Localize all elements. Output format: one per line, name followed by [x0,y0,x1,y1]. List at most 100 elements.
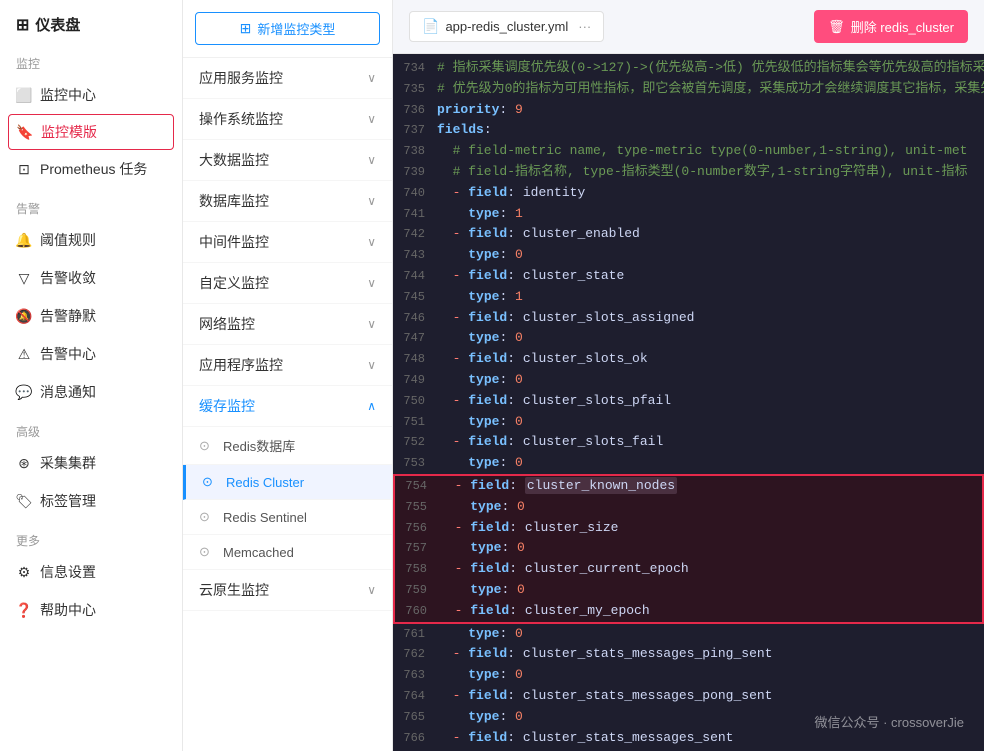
line-content: # field-metric name, type-metric type(0-… [437,141,984,162]
code-line-747: 747 type: 0 [393,328,984,349]
line-content: # 指标采集调度优先级(0->127)->(优先级高->低) 优先级低的指标集会… [437,58,984,79]
line-content: - field: cluster_slots_assigned [437,308,984,329]
code-line-751: 751 type: 0 [393,412,984,433]
category-network[interactable]: 网络监控 ∨ [183,304,392,345]
sidebar-item-cluster[interactable]: ⊛ 采集集群 [0,444,182,482]
line-number: 738 [393,141,437,161]
line-number: 741 [393,204,437,224]
category-middleware-label: 中间件监控 [199,232,269,252]
bookmark-icon: 🔖 [17,124,33,140]
category-app-service-label: 应用服务监控 [199,68,283,88]
line-number: 746 [393,308,437,328]
line-number: 742 [393,224,437,244]
line-number: 735 [393,79,437,99]
line-content: type: 0 [437,453,984,474]
code-line-737: 737fields: [393,120,984,141]
code-line-757: 757 type: 0 [393,538,984,559]
category-cloud-native[interactable]: 云原生监控 ∨ [183,570,392,611]
category-appmon-label: 应用程序监控 [199,355,283,375]
code-line-750: 750 - field: cluster_slots_pfail [393,391,984,412]
list-item-memcached[interactable]: ⊙ Memcached [183,535,392,570]
code-line-746: 746 - field: cluster_slots_assigned [393,308,984,329]
line-number: 764 [393,686,437,706]
line-content: priority: 9 [437,100,984,121]
filter-icon: ▽ [16,270,32,286]
code-line-735: 735# 优先级为0的指标为可用性指标，即它会被首先调度，采集成功才会继续调度其… [393,79,984,100]
line-content: # 优先级为0的指标为可用性指标，即它会被首先调度，采集成功才会继续调度其它指标… [437,79,984,100]
delete-button[interactable]: 🗑 删除 redis_cluster [814,10,968,43]
line-number: 736 [393,100,437,120]
code-line-748: 748 - field: cluster_slots_ok [393,349,984,370]
sidebar-item-threshold[interactable]: 🔔 阈值规则 [0,221,182,259]
line-content: - field: cluster_current_epoch [439,559,982,580]
sidebar-item-notify[interactable]: 💬 消息通知 [0,373,182,411]
category-middleware[interactable]: 中间件监控 ∨ [183,222,392,263]
sidebar-item-settings[interactable]: ⚙ 信息设置 [0,553,182,591]
file-tab[interactable]: 📄 app-redis_cluster.yml ··· [409,11,604,42]
line-content: - field: cluster_enabled [437,224,984,245]
sidebar-item-monitor-template[interactable]: 🔖 监控模版 [8,114,174,150]
category-cache[interactable]: 缓存监控 ∧ [183,386,392,427]
line-content: - field: cluster_slots_fail [437,432,984,453]
code-line-765: 765 type: 0 [393,707,984,728]
add-monitor-type-button[interactable]: ⊞ 新增监控类型 [195,12,380,45]
category-bigdata-label: 大数据监控 [199,150,269,170]
line-content: - field: cluster_slots_ok [437,349,984,370]
code-line-752: 752 - field: cluster_slots_fail [393,432,984,453]
chevron-down-icon: ∨ [367,317,376,331]
list-item-redis-cluster[interactable]: ⊙ Redis Cluster [183,465,392,500]
advanced-section-label: 高级 [0,411,182,444]
line-content: type: 0 [439,538,982,559]
sidebar-item-monitor-center[interactable]: ⬜ 监控中心 [0,76,182,114]
line-number: 744 [393,266,437,286]
line-content: # field-指标名称, type-指标类型(0-number数字,1-str… [437,162,984,183]
code-line-734: 734# 指标采集调度优先级(0->127)->(优先级高->低) 优先级低的指… [393,58,984,79]
chevron-up-icon: ∧ [367,399,376,413]
line-number: 752 [393,432,437,452]
category-custom[interactable]: 自定义监控 ∨ [183,263,392,304]
line-content: type: 0 [439,580,982,601]
more-options-icon[interactable]: ··· [578,19,591,34]
code-line-736: 736priority: 9 [393,100,984,121]
monitor-section-label: 监控 [0,43,182,76]
line-content: - field: cluster_my_epoch [439,601,982,622]
sidebar-item-help[interactable]: ❓ 帮助中心 [0,591,182,629]
file-icon: 📄 [422,18,439,35]
main-content: 📄 app-redis_cluster.yml ··· 🗑 删除 redis_c… [393,0,984,751]
category-app-service[interactable]: 应用服务监控 ∨ [183,58,392,99]
code-editor[interactable]: 734# 指标采集调度优先级(0->127)->(优先级高->低) 优先级低的指… [393,54,984,751]
file-tab-label: app-redis_cluster.yml [445,19,568,34]
sidebar-item-tag[interactable]: 🏷 标签管理 [0,482,182,520]
category-appmon[interactable]: 应用程序监控 ∨ [183,345,392,386]
sidebar-item-silence[interactable]: 🔕 告警静默 [0,297,182,335]
chevron-down-icon: ∨ [367,153,376,167]
sidebar-item-prometheus[interactable]: ⊡ Prometheus 任务 [0,150,182,188]
chevron-down-icon: ∨ [367,235,376,249]
main-toolbar: 📄 app-redis_cluster.yml ··· 🗑 删除 redis_c… [393,0,984,54]
line-content: type: 0 [437,370,984,391]
line-number: 756 [395,518,439,538]
sidebar-item-convergence[interactable]: ▽ 告警收敛 [0,259,182,297]
code-line-742: 742 - field: cluster_enabled [393,224,984,245]
category-database[interactable]: 数据库监控 ∨ [183,181,392,222]
chevron-down-icon: ∨ [367,194,376,208]
category-bigdata[interactable]: 大数据监控 ∨ [183,140,392,181]
chevron-down-icon: ∨ [367,71,376,85]
line-number: 759 [395,580,439,600]
code-line-754: 754 - field: cluster_known_nodes [393,474,984,497]
list-item-redis-db[interactable]: ⊙ Redis数据库 [183,427,392,465]
code-line-738: 738 # field-metric name, type-metric typ… [393,141,984,162]
line-number: 749 [393,370,437,390]
list-item-redis-sentinel[interactable]: ⊙ Redis Sentinel [183,500,392,535]
category-os[interactable]: 操作系统监控 ∨ [183,99,392,140]
line-number: 762 [393,644,437,664]
line-number: 743 [393,245,437,265]
sidebar-item-alert-center[interactable]: ⚠ 告警中心 [0,335,182,373]
line-number: 739 [393,162,437,182]
eye-icon: ⊙ [199,509,215,525]
settings-icon: ⚙ [16,564,32,580]
code-line-766: 766 - field: cluster_stats_messages_sent [393,728,984,749]
line-content: type: 1 [437,287,984,308]
line-content: fields: [437,120,984,141]
line-content: type: 0 [437,665,984,686]
